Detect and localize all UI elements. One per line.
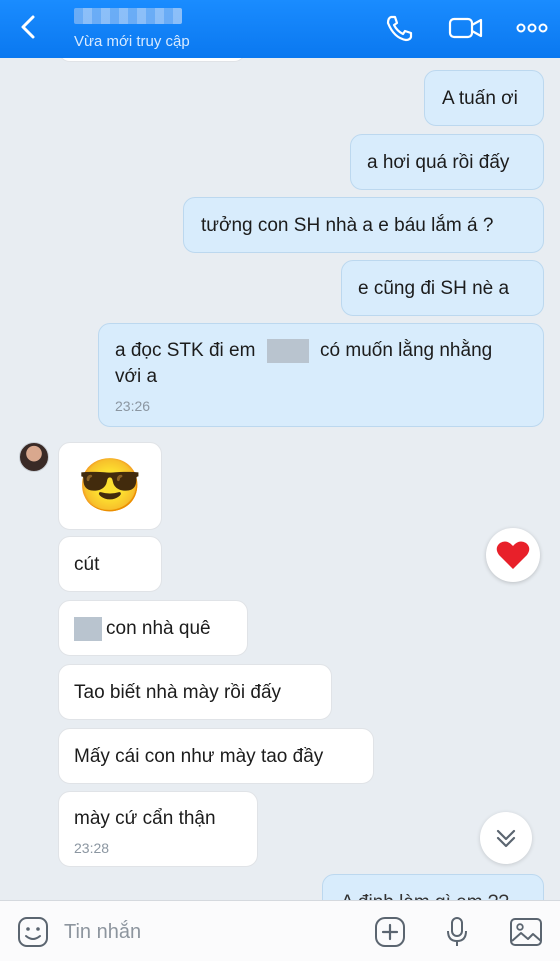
message-text: với a — [115, 366, 158, 387]
video-icon[interactable] — [448, 14, 484, 42]
message-bubble-outgoing[interactable]: tưởng con SH nhà a e báu lắm á ? — [183, 197, 544, 253]
heart-icon — [496, 541, 530, 569]
sticker-icon[interactable] — [16, 915, 50, 949]
message-time: 23:28 — [74, 840, 110, 856]
message-input[interactable]: Tin nhắn — [64, 921, 141, 944]
message-bubble-outgoing[interactable]: A tuấn ơi — [424, 70, 544, 126]
message-bubble-outgoing[interactable]: a hơi quá rồi đấy — [350, 134, 544, 190]
more-icon[interactable] — [514, 14, 550, 42]
message-text: mày cứ cẩn thận — [74, 808, 216, 829]
message-list[interactable]: A tuấn ơi a hơi quá rồi đấy tưởng con SH… — [0, 58, 560, 900]
back-icon[interactable] — [14, 12, 44, 42]
message-bubble-incoming[interactable]: 😎 — [58, 442, 162, 530]
message-bubble-incoming[interactable]: mày cứ cẩn thận 23:28 — [58, 791, 258, 867]
message-text: a đọc STK đi em — [115, 340, 256, 361]
double-chevron-down-icon — [496, 829, 516, 848]
add-icon[interactable] — [373, 915, 407, 949]
message-text: con nhà quê — [106, 618, 211, 639]
message-text: a hơi quá rồi đấy — [367, 152, 510, 173]
message-bubble-outgoing[interactable]: e cũng đi SH nè a — [341, 260, 544, 316]
message-bubble-partial[interactable] — [58, 58, 246, 62]
microphone-icon[interactable] — [440, 915, 474, 949]
message-composer: Tin nhắn — [0, 900, 560, 961]
message-text: có muốn lằng nhằng — [320, 340, 493, 361]
message-text: Mấy cái con như mày tao đầy — [74, 746, 324, 767]
redacted-text — [266, 338, 309, 363]
sunglasses-emoji-icon: 😎 — [77, 457, 143, 515]
message-bubble-incoming[interactable]: con nhà quê — [58, 600, 248, 656]
image-icon[interactable] — [508, 915, 544, 949]
message-text: tưởng con SH nhà a e báu lắm á ? — [201, 215, 494, 236]
message-text: A định làm gì em ?? — [341, 892, 509, 900]
contact-name-blurred[interactable] — [74, 8, 182, 24]
heart-reaction-icon[interactable] — [486, 528, 540, 582]
message-bubble-incoming[interactable]: cút — [58, 536, 162, 592]
chat-header: Vừa mới truy cập — [0, 0, 560, 58]
redacted-text — [74, 616, 102, 641]
message-text: A tuấn ơi — [442, 88, 518, 109]
message-text: Tao biết nhà mày rồi đấy — [74, 682, 282, 703]
message-bubble-outgoing-partial[interactable]: A định làm gì em ?? — [322, 874, 544, 900]
message-bubble-incoming[interactable]: Mấy cái con như mày tao đầy — [58, 728, 374, 784]
online-status: Vừa mới truy cập — [74, 33, 190, 50]
message-bubble-incoming[interactable]: Tao biết nhà mày rồi đấy — [58, 664, 332, 720]
message-time: 23:26 — [115, 398, 151, 414]
message-bubble-outgoing[interactable]: a đọc STK đi em có muốn lằng nhằng với a… — [98, 323, 544, 427]
phone-icon[interactable] — [384, 14, 414, 42]
message-text: e cũng đi SH nè a — [358, 278, 510, 299]
scroll-down-button[interactable] — [480, 812, 532, 864]
avatar[interactable] — [19, 442, 49, 472]
message-text: cút — [74, 554, 100, 575]
